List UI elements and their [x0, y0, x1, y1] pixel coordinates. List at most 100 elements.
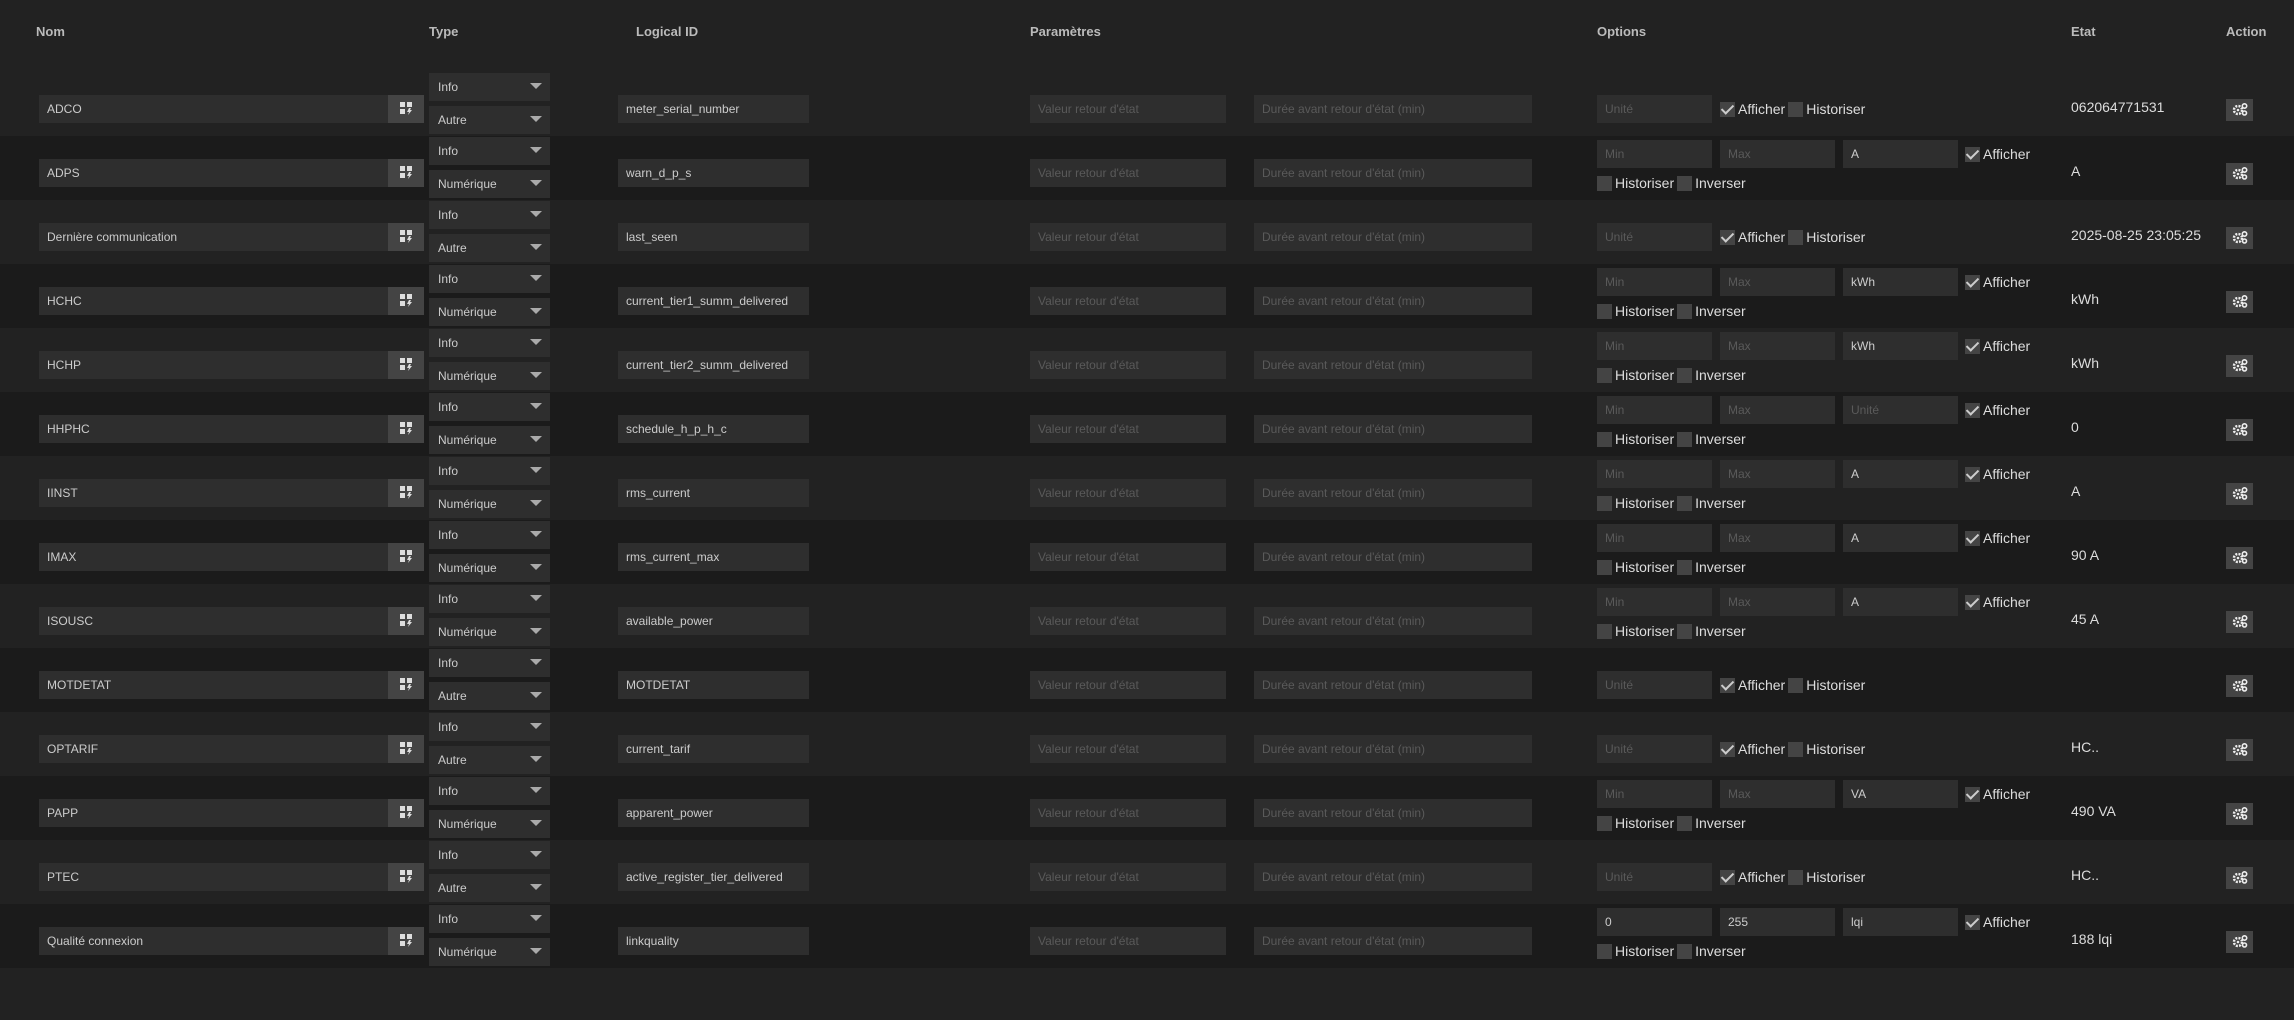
configure-command-button[interactable]	[388, 607, 424, 635]
return-state-value-input[interactable]: Valeur retour d'état	[1030, 351, 1226, 379]
return-state-duration-input[interactable]: Durée avant retour d'état (min)	[1254, 159, 1532, 187]
subtype-select[interactable]: Autre	[429, 682, 550, 710]
afficher-checkbox[interactable]	[1965, 466, 1980, 482]
subtype-select[interactable]: Numérique	[429, 170, 550, 198]
name-input[interactable]: HCHC	[39, 287, 424, 315]
max-input[interactable]: Max	[1720, 460, 1835, 488]
return-state-value-input[interactable]: Valeur retour d'état	[1030, 415, 1226, 443]
historiser-checkbox[interactable]	[1788, 229, 1804, 245]
afficher-checkbox[interactable]	[1965, 402, 1980, 418]
afficher-checkbox[interactable]	[1965, 530, 1980, 546]
min-input[interactable]: Min	[1597, 332, 1712, 360]
min-input[interactable]: Min	[1597, 460, 1712, 488]
afficher-checkbox[interactable]	[1965, 274, 1980, 290]
configure-command-button[interactable]	[388, 159, 424, 187]
inverser-checkbox[interactable]	[1677, 431, 1693, 447]
configure-command-button[interactable]	[388, 543, 424, 571]
logical-id-input[interactable]: current_tier1_summ_delivered	[618, 287, 809, 315]
type-select[interactable]: Info	[429, 393, 550, 421]
advanced-config-button[interactable]	[2226, 931, 2253, 953]
configure-command-button[interactable]	[388, 95, 424, 123]
return-state-duration-input[interactable]: Durée avant retour d'état (min)	[1254, 735, 1532, 763]
inverser-checkbox[interactable]	[1677, 367, 1693, 383]
return-state-duration-input[interactable]: Durée avant retour d'état (min)	[1254, 95, 1532, 123]
subtype-select[interactable]: Autre	[429, 234, 550, 262]
max-input[interactable]: Max	[1720, 396, 1835, 424]
type-select[interactable]: Info	[429, 777, 550, 805]
type-select[interactable]: Info	[429, 329, 550, 357]
unit-input[interactable]: A	[1843, 140, 1958, 168]
logical-id-input[interactable]: current_tier2_summ_delivered	[618, 351, 809, 379]
return-state-value-input[interactable]: Valeur retour d'état	[1030, 607, 1226, 635]
return-state-value-input[interactable]: Valeur retour d'état	[1030, 671, 1226, 699]
return-state-value-input[interactable]: Valeur retour d'état	[1030, 159, 1226, 187]
configure-command-button[interactable]	[388, 223, 424, 251]
type-select[interactable]: Info	[429, 137, 550, 165]
subtype-select[interactable]: Numérique	[429, 490, 550, 518]
inverser-checkbox[interactable]	[1677, 175, 1693, 191]
type-select[interactable]: Info	[429, 649, 550, 677]
return-state-duration-input[interactable]: Durée avant retour d'état (min)	[1254, 607, 1532, 635]
logical-id-input[interactable]: warn_d_p_s	[618, 159, 809, 187]
unit-input[interactable]: Unité	[1597, 863, 1712, 891]
min-input[interactable]: Min	[1597, 140, 1712, 168]
name-input[interactable]: IINST	[39, 479, 424, 507]
advanced-config-button[interactable]	[2226, 483, 2253, 505]
configure-command-button[interactable]	[388, 415, 424, 443]
subtype-select[interactable]: Numérique	[429, 298, 550, 326]
logical-id-input[interactable]: linkquality	[618, 927, 809, 955]
advanced-config-button[interactable]	[2226, 547, 2253, 569]
return-state-value-input[interactable]: Valeur retour d'état	[1030, 479, 1226, 507]
subtype-select[interactable]: Numérique	[429, 362, 550, 390]
return-state-duration-input[interactable]: Durée avant retour d'état (min)	[1254, 799, 1532, 827]
return-state-duration-input[interactable]: Durée avant retour d'état (min)	[1254, 927, 1532, 955]
name-input[interactable]: HHPHC	[39, 415, 424, 443]
historiser-checkbox[interactable]	[1788, 741, 1804, 757]
inverser-checkbox[interactable]	[1677, 303, 1693, 319]
afficher-checkbox[interactable]	[1720, 101, 1735, 117]
configure-command-button[interactable]	[388, 351, 424, 379]
historiser-checkbox[interactable]	[1597, 559, 1612, 575]
type-select[interactable]: Info	[429, 265, 550, 293]
type-select[interactable]: Info	[429, 457, 550, 485]
return-state-duration-input[interactable]: Durée avant retour d'état (min)	[1254, 479, 1532, 507]
type-select[interactable]: Info	[429, 73, 550, 101]
max-input[interactable]: 255	[1720, 908, 1835, 936]
historiser-checkbox[interactable]	[1597, 495, 1612, 511]
return-state-value-input[interactable]: Valeur retour d'état	[1030, 799, 1226, 827]
return-state-value-input[interactable]: Valeur retour d'état	[1030, 735, 1226, 763]
afficher-checkbox[interactable]	[1965, 786, 1980, 802]
historiser-checkbox[interactable]	[1597, 431, 1612, 447]
afficher-checkbox[interactable]	[1965, 594, 1980, 610]
return-state-duration-input[interactable]: Durée avant retour d'état (min)	[1254, 287, 1532, 315]
advanced-config-button[interactable]	[2226, 99, 2253, 121]
name-input[interactable]: PTEC	[39, 863, 424, 891]
unit-input[interactable]: Unité	[1597, 95, 1712, 123]
inverser-checkbox[interactable]	[1677, 815, 1693, 831]
advanced-config-button[interactable]	[2226, 739, 2253, 761]
unit-input[interactable]: kWh	[1843, 268, 1958, 296]
return-state-value-input[interactable]: Valeur retour d'état	[1030, 543, 1226, 571]
inverser-checkbox[interactable]	[1677, 943, 1693, 959]
return-state-duration-input[interactable]: Durée avant retour d'état (min)	[1254, 863, 1532, 891]
max-input[interactable]: Max	[1720, 780, 1835, 808]
unit-input[interactable]: kWh	[1843, 332, 1958, 360]
name-input[interactable]: IMAX	[39, 543, 424, 571]
historiser-checkbox[interactable]	[1788, 869, 1804, 885]
max-input[interactable]: Max	[1720, 588, 1835, 616]
return-state-value-input[interactable]: Valeur retour d'état	[1030, 223, 1226, 251]
name-input[interactable]: ADPS	[39, 159, 424, 187]
subtype-select[interactable]: Numérique	[429, 426, 550, 454]
advanced-config-button[interactable]	[2226, 291, 2253, 313]
inverser-checkbox[interactable]	[1677, 559, 1693, 575]
name-input[interactable]: ISOUSC	[39, 607, 424, 635]
min-input[interactable]: Min	[1597, 524, 1712, 552]
inverser-checkbox[interactable]	[1677, 623, 1693, 639]
logical-id-input[interactable]: rms_current_max	[618, 543, 809, 571]
name-input[interactable]: MOTDETAT	[39, 671, 424, 699]
unit-input[interactable]: VA	[1843, 780, 1958, 808]
afficher-checkbox[interactable]	[1965, 146, 1980, 162]
unit-input[interactable]: Unité	[1597, 735, 1712, 763]
return-state-value-input[interactable]: Valeur retour d'état	[1030, 927, 1226, 955]
return-state-value-input[interactable]: Valeur retour d'état	[1030, 287, 1226, 315]
